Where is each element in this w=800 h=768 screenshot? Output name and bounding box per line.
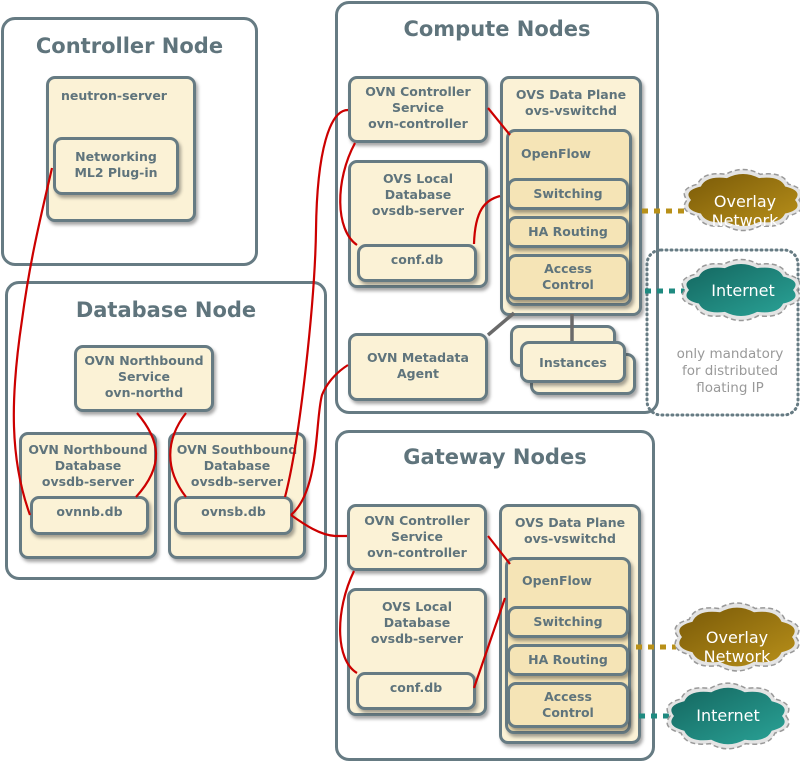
gateway-localdb-label-3: ovsdb-server [370,631,464,646]
optional-note: only mandatory for distributed floating … [660,346,800,397]
compute-conf-db-label: conf.db [390,252,444,267]
gateway-localdb-label-1: OVS Local [381,599,452,614]
compute-localdb-label-1: OVS Local [382,171,453,186]
compute-ovn-controller-box: OVN Controller Service ovn-controller [348,76,488,143]
compute-switching-box: Switching [507,178,629,210]
internet-label: Internet [711,281,775,300]
nb-db-label-1: OVN Northbound [28,442,148,457]
metadata-label-1: OVN Metadata [367,350,469,365]
sb-db-label-1: OVN Southbound [176,442,298,457]
compute-nodes-title: Compute Nodes [403,17,591,41]
note-line-2: for distributed [681,363,779,379]
overlay-label-2: Network [711,211,779,230]
gw-overlay-label-2: Network [703,647,771,666]
gateway-dataplane-label-1: OVS Data Plane [514,515,626,530]
gateway-conf-db-label: conf.db [389,680,443,695]
compute-overlay-cloud-label: Overlay Network [690,192,800,230]
compute-ha-routing-label: HA Routing [528,224,608,239]
database-node-title: Database Node [75,298,257,322]
gateway-controller-label-1: OVN Controller [364,513,470,528]
compute-conf-db-box: conf.db [357,244,477,282]
nb-db-label-3: ovsdb-server [41,474,135,489]
compute-dataplane-label-1: OVS Data Plane [515,87,627,102]
gateway-controller-label-2: Service [391,529,443,544]
neutron-server-label: neutron-server [61,88,167,103]
gateway-localdb-label-2: Database [383,615,451,630]
ml2-plugin-label-1: Networking [75,149,157,164]
ovn-northd-box: OVN Northbound Service ovn-northd [74,345,214,412]
note-line-3: floating IP [696,380,764,396]
gateway-switching-label: Switching [533,614,603,629]
compute-dataplane-label-2: ovs-vswitchd [524,103,618,118]
instances-label: Instances [539,355,607,370]
compute-controller-label-3: ovn-controller [368,116,468,131]
sb-db-label-2: Database [203,458,271,473]
gateway-internet-cloud-label: Internet [670,706,786,725]
gw-internet-label: Internet [696,706,760,725]
note-line-1: only mandatory [676,346,784,362]
ml2-plugin-label-2: ML2 Plug-in [74,165,158,180]
compute-internet-cloud-label: Internet [688,281,798,300]
gateway-overlay-cloud-label: Overlay Network [678,628,796,666]
ovnsb-db-label: ovnsb.db [201,504,266,519]
gateway-ha-routing-label: HA Routing [528,652,608,667]
compute-ha-routing-box: HA Routing [507,216,629,248]
gateway-access-label-2: Control [542,705,594,720]
nb-db-label-2: Database [54,458,122,473]
compute-access-label-2: Control [542,277,594,292]
gateway-controller-label-3: ovn-controller [367,545,467,560]
gateway-dataplane-label-2: ovs-vswitchd [523,531,617,546]
compute-localdb-label-3: ovsdb-server [371,203,465,218]
compute-access-label-1: Access [544,261,592,276]
gateway-switching-box: Switching [507,606,629,638]
compute-controller-label-2: Service [392,100,444,115]
instances-box: Instances [520,341,626,383]
gateway-ovn-controller-box: OVN Controller Service ovn-controller [347,504,487,571]
gw-overlay-label-1: Overlay [705,628,769,647]
gateway-ha-routing-box: HA Routing [507,644,629,676]
overlay-label-1: Overlay [713,192,777,211]
controller-node-title: Controller Node [35,34,224,58]
ovnnb-db-label: ovnnb.db [56,504,123,519]
ovnsb-db-box: ovnsb.db [174,496,293,535]
northd-label-1: OVN Northbound [84,353,204,368]
gateway-access-control-box: Access Control [507,682,629,728]
gateway-conf-db-box: conf.db [356,672,476,710]
gateway-nodes-title: Gateway Nodes [403,445,587,469]
compute-access-control-box: Access Control [507,254,629,300]
sb-db-label-3: ovsdb-server [190,474,284,489]
ml2-plugin-box: Networking ML2 Plug-in [53,137,179,195]
metadata-label-2: Agent [397,366,439,381]
gateway-access-label-1: Access [544,689,592,704]
compute-controller-label-1: OVN Controller [365,84,471,99]
ovnnb-db-box: ovnnb.db [30,496,149,535]
compute-openflow-label: OpenFlow [521,146,591,161]
gateway-openflow-label: OpenFlow [522,573,592,588]
ovn-metadata-agent-box: OVN Metadata Agent [348,333,488,401]
compute-switching-label: Switching [533,186,603,201]
northd-label-3: ovn-northd [104,385,184,400]
northd-label-2: Service [118,369,170,384]
compute-localdb-label-2: Database [384,187,452,202]
